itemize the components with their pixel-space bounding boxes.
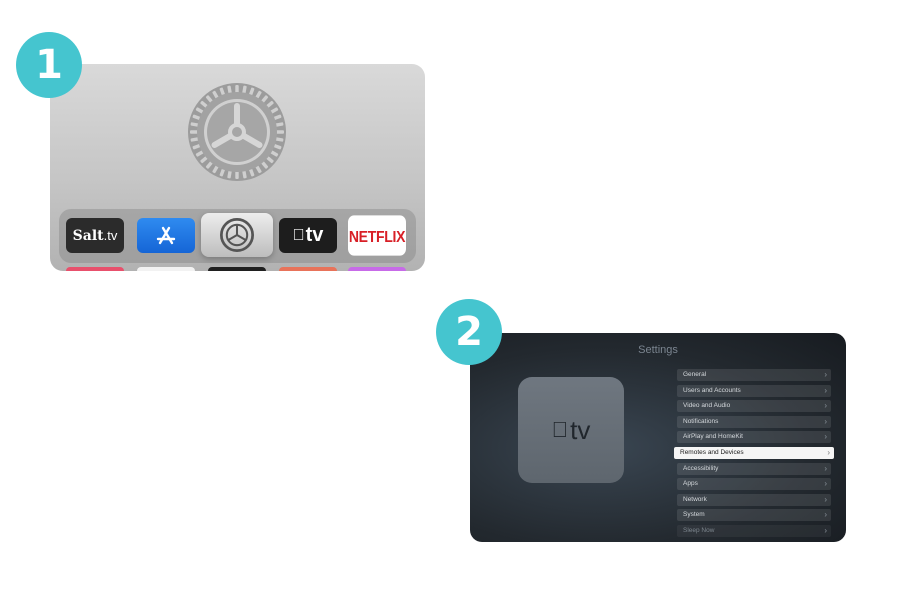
chevron-right-icon: › (824, 510, 827, 520)
settings-menu-item[interactable]: Users and Accounts › (677, 384, 831, 397)
chevron-right-icon: › (824, 463, 827, 473)
app-tile-row2[interactable] (137, 267, 195, 271)
chevron-right-icon: › (824, 432, 827, 442)
settings-screen-panel: Settings tv General › Users and Accounts ›… (470, 333, 846, 542)
settings-menu-item[interactable]: Remotes and Devices › (674, 446, 834, 459)
app-tile-row2[interactable] (279, 267, 337, 271)
settings-menu: General › Users and Accounts › Video and Aud… (674, 369, 834, 541)
app-tile-row2[interactable] (348, 267, 406, 271)
settings-menu-item[interactable]: Video and Audio › (677, 400, 831, 413)
settings-menu-item-label: Users and Accounts (683, 386, 741, 394)
device-label: tv (561, 414, 590, 445)
home-screen-panel: Salt.tv tv NETFLIX (50, 64, 425, 271)
settings-menu-item[interactable]: AirPlay and HomeKit › (677, 431, 831, 444)
app-settings[interactable] (201, 213, 273, 257)
settings-menu-item[interactable]: Sleep Now › (677, 524, 831, 537)
chevron-right-icon: › (824, 494, 827, 504)
app-salt-tv-suffix: .tv (103, 228, 118, 243)
step-1-badge: 1 (16, 32, 82, 98)
settings-gear-icon (188, 83, 286, 181)
settings-title: Settings (638, 344, 678, 356)
gear-icon (220, 218, 254, 252)
settings-menu-item[interactable]: General › (677, 369, 831, 381)
apple-logo-icon:  (293, 227, 305, 245)
chevron-right-icon: › (824, 479, 827, 489)
settings-menu-item[interactable]: Apps › (677, 478, 831, 491)
settings-menu-item[interactable]: Accessibility › (677, 462, 831, 475)
app-tile-row2[interactable] (66, 267, 124, 271)
settings-menu-item[interactable]: Notifications › (677, 415, 831, 428)
settings-menu-item[interactable]: Network › (677, 493, 831, 506)
app-apple-tv-label: tv (299, 224, 324, 246)
chevron-right-icon: › (827, 447, 830, 457)
settings-menu-item-label: Network (683, 495, 707, 503)
chevron-right-icon: › (824, 385, 827, 395)
chevron-right-icon: › (824, 370, 827, 379)
settings-menu-item-label: Video and Audio (683, 402, 731, 410)
settings-menu-item-label: Apps (683, 480, 698, 488)
settings-menu-item[interactable]: System › (677, 509, 831, 522)
app-salt-tv[interactable]: Salt .tv (66, 218, 124, 253)
settings-menu-item-label: Notifications (683, 417, 719, 425)
app-apple-tv[interactable]: tv (279, 218, 337, 253)
app-netflix-label: NETFLIX (348, 226, 406, 245)
settings-menu-item-label: General (683, 371, 707, 378)
settings-menu-item-label: Accessibility (683, 464, 719, 472)
settings-menu-item-label: System (683, 511, 705, 519)
app-salt-tv-brand: Salt (72, 227, 104, 244)
step-2-badge: 2 (436, 299, 502, 365)
chevron-right-icon: › (824, 416, 827, 426)
chevron-right-icon: › (824, 525, 827, 535)
app-store[interactable] (137, 218, 195, 253)
app-tile-row2[interactable] (208, 267, 266, 271)
settings-menu-item-label: AirPlay and HomeKit (683, 433, 743, 441)
app-netflix[interactable]: NETFLIX (348, 215, 406, 256)
settings-menu-item-label: Sleep Now (683, 526, 715, 534)
apple-logo-icon:  (552, 417, 569, 443)
settings-menu-item-label: Remotes and Devices (680, 448, 744, 456)
apple-tv-device-image: tv (518, 377, 624, 483)
chevron-right-icon: › (824, 401, 827, 411)
app-store-icon (156, 226, 176, 244)
